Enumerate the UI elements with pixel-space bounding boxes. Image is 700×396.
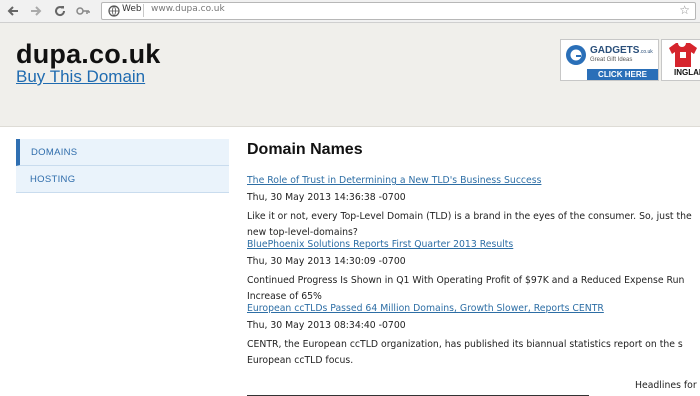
forward-arrow-icon xyxy=(31,6,42,16)
england-shirt-ad[interactable]: INGLAN xyxy=(661,39,700,81)
ad-brand: GADGETS.co.uk xyxy=(590,45,653,56)
sidebar-item-domains[interactable]: DOMAINS xyxy=(16,139,229,166)
key-icon xyxy=(76,7,90,15)
gadgets-logo-icon xyxy=(566,45,586,65)
sidebar-nav: DOMAINS HOSTING xyxy=(16,139,229,193)
shirt-icon xyxy=(669,43,697,67)
article-title-link[interactable]: BluePhoenix Solutions Reports First Quar… xyxy=(247,239,700,250)
back-button[interactable] xyxy=(4,2,22,20)
site-title: dupa.co.uk xyxy=(16,39,161,69)
gadgets-ad-banner[interactable]: GADGETS.co.uk Great Gift Ideas CLICK HER… xyxy=(560,39,659,81)
reload-icon xyxy=(55,6,66,17)
article-description: Continued Progress Is Shown in Q1 With O… xyxy=(247,275,685,302)
ad-tagline: Great Gift Ideas xyxy=(590,57,633,63)
news-article: The Role of Trust in Determining a New T… xyxy=(247,175,700,241)
forward-button[interactable] xyxy=(27,2,45,20)
sidebar-item-label: HOSTING xyxy=(30,174,76,185)
article-title-link[interactable]: The Role of Trust in Determining a New T… xyxy=(247,175,700,186)
headlines-label: Headlines for xyxy=(635,380,697,391)
site-header: dupa.co.uk Buy This Domain GADGETS.co.uk… xyxy=(0,23,700,127)
article-description: CENTR, the European ccTLD organization, … xyxy=(247,339,683,366)
buy-domain-link[interactable]: Buy This Domain xyxy=(16,67,145,87)
globe-icon xyxy=(108,5,120,17)
article-date: Thu, 30 May 2013 14:30:09 -0700 xyxy=(247,256,406,267)
address-divider xyxy=(143,4,144,17)
article-date: Thu, 30 May 2013 08:34:40 -0700 xyxy=(247,320,406,331)
sidebar-item-label: DOMAINS xyxy=(31,147,78,158)
page-title: Domain Names xyxy=(247,141,363,158)
reload-button[interactable] xyxy=(51,2,69,20)
scheme-label: Web xyxy=(122,4,142,14)
bookmark-star-icon[interactable]: ☆ xyxy=(679,3,690,18)
article-date: Thu, 30 May 2013 14:36:38 -0700 xyxy=(247,192,406,203)
news-article: BluePhoenix Solutions Reports First Quar… xyxy=(247,239,700,305)
key-button[interactable] xyxy=(74,2,92,20)
address-bar[interactable]: Web www.dupa.co.uk ☆ xyxy=(101,2,696,20)
ad2-label: INGLAN xyxy=(674,68,700,77)
sidebar-item-hosting[interactable]: HOSTING xyxy=(16,166,229,193)
url-text[interactable]: www.dupa.co.uk xyxy=(151,4,225,14)
back-arrow-icon xyxy=(7,6,18,16)
ad-click-here[interactable]: CLICK HERE xyxy=(587,69,658,80)
news-article: European ccTLDs Passed 64 Million Domain… xyxy=(247,303,700,369)
article-description: Like it or not, every Top-Level Domain (… xyxy=(247,211,692,238)
article-title-link[interactable]: European ccTLDs Passed 64 Million Domain… xyxy=(247,303,700,314)
browser-toolbar: Web www.dupa.co.uk ☆ xyxy=(0,0,700,23)
